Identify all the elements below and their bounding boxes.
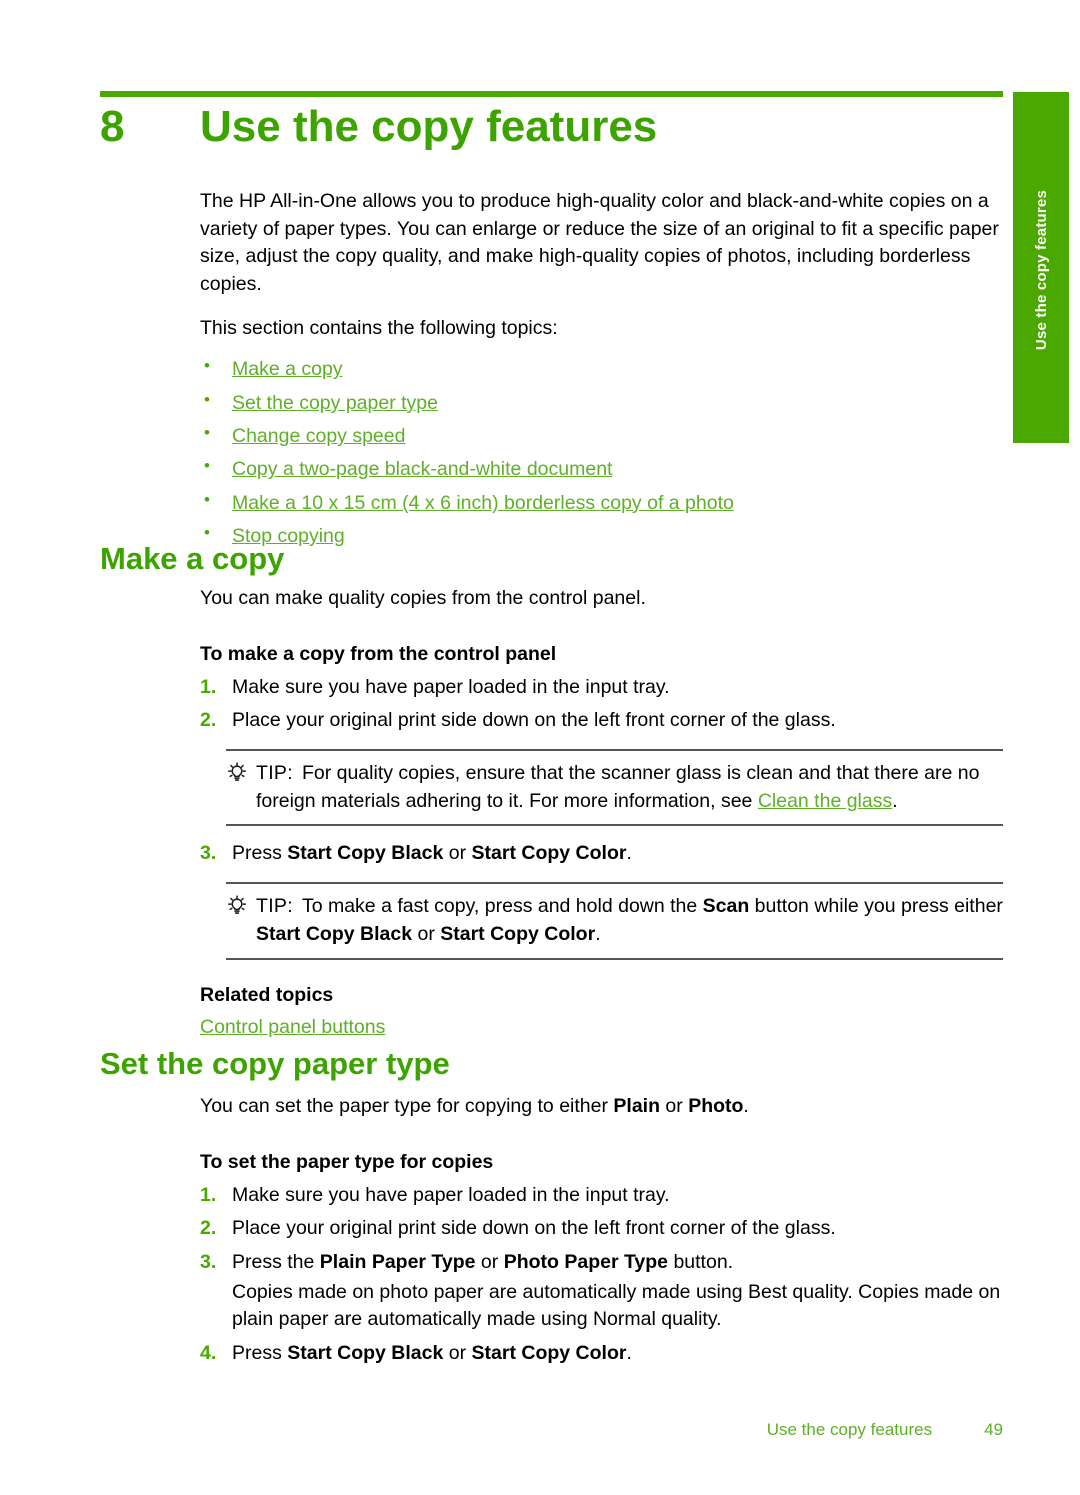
make-a-copy-body: You can make quality copies from the con… bbox=[200, 585, 1003, 1041]
ui-label-photo-paper-type: Photo Paper Type bbox=[503, 1251, 669, 1274]
list-item: Make a copy bbox=[200, 355, 1003, 382]
step-text-suffix: . bbox=[626, 842, 632, 865]
ui-label-start-copy-black: Start Copy Black bbox=[256, 922, 413, 945]
topic-link-borderless-copy-photo[interactable]: Make a 10 x 15 cm (4 x 6 inch) borderles… bbox=[232, 492, 734, 514]
step-1: Make sure you have paper loaded in the i… bbox=[200, 1182, 1003, 1210]
step-3: Press Start Copy Black or Start Copy Col… bbox=[200, 840, 1003, 868]
lightbulb-icon bbox=[226, 893, 256, 922]
tip-callout-fast-copy: TIP: To make a fast copy, press and hold … bbox=[226, 882, 1003, 960]
tip-callout-quality-copies: TIP: For quality copies, ensure that the … bbox=[226, 749, 1003, 827]
ui-label-start-copy-color: Start Copy Color bbox=[471, 1342, 627, 1365]
ui-label-plain-paper-type: Plain Paper Type bbox=[319, 1251, 476, 1274]
tip-text: TIP: For quality copies, ensure that the … bbox=[256, 760, 1003, 815]
lightbulb-icon bbox=[226, 760, 256, 789]
ui-label-plain: Plain bbox=[613, 1095, 660, 1117]
list-item: Make a 10 x 15 cm (4 x 6 inch) borderles… bbox=[200, 489, 1003, 516]
set-paper-type-body: You can set the paper type for copying t… bbox=[200, 1093, 1003, 1374]
step-text-prefix: Press bbox=[232, 1342, 288, 1365]
document-page: Use the copy features 8 Use the copy fea… bbox=[0, 0, 1080, 1495]
ui-label-photo: Photo bbox=[688, 1095, 744, 1117]
section-heading-set-the-copy-paper-type: Set the copy paper type bbox=[100, 1046, 450, 1081]
section-heading-make-a-copy: Make a copy bbox=[100, 541, 285, 576]
ui-label-start-copy-color: Start Copy Color bbox=[471, 842, 627, 865]
step-text: Make sure you have paper loaded in the i… bbox=[232, 675, 670, 698]
step-1: Make sure you have paper loaded in the i… bbox=[200, 674, 1003, 702]
tip-text-part3: or bbox=[412, 922, 441, 945]
page-footer: Use the copy features 49 bbox=[0, 1420, 1003, 1440]
step-text: Make sure you have paper loaded in the i… bbox=[232, 1183, 670, 1206]
tip-text-after-link: . bbox=[892, 789, 898, 812]
tip-label: TIP: bbox=[256, 895, 293, 918]
chapter-rule bbox=[100, 91, 1003, 97]
intro-paragraph: The HP All-in-One allows you to produce … bbox=[200, 190, 999, 296]
procedure-heading-make-a-copy: To make a copy from the control panel bbox=[200, 642, 557, 665]
set-paper-type-steps: Make sure you have paper loaded in the i… bbox=[200, 1182, 1003, 1368]
step-text: Place your original print side down on t… bbox=[232, 709, 836, 732]
intro-suffix: . bbox=[743, 1095, 749, 1117]
intro-prefix: You can set the paper type for copying t… bbox=[200, 1095, 614, 1117]
procedure-heading-set-paper-type: To set the paper type for copies bbox=[200, 1150, 494, 1173]
section-make-a-copy: Make a copy bbox=[100, 541, 1003, 576]
topic-link-change-copy-speed[interactable]: Change copy speed bbox=[232, 425, 405, 447]
footer-chapter-title: Use the copy features bbox=[766, 1420, 933, 1439]
ui-label-scan: Scan bbox=[702, 895, 750, 918]
step-2: Place your original print side down on t… bbox=[200, 1215, 1003, 1243]
make-a-copy-steps-continued: Press Start Copy Black or Start Copy Col… bbox=[200, 840, 1003, 868]
list-item: Copy a two-page black-and-white document bbox=[200, 455, 1003, 482]
step-text: Place your original print side down on t… bbox=[232, 1217, 836, 1240]
related-topics-list: Control panel buttons bbox=[200, 1014, 1003, 1041]
topic-link-set-the-copy-paper-type[interactable]: Set the copy paper type bbox=[232, 392, 438, 414]
link-control-panel-buttons[interactable]: Control panel buttons bbox=[200, 1016, 385, 1038]
list-item: Set the copy paper type bbox=[200, 389, 1003, 416]
topics-lead: This section contains the following topi… bbox=[200, 316, 558, 339]
step-text-middle: or bbox=[443, 842, 472, 865]
step-3-note: Copies made on photo paper are automatic… bbox=[232, 1280, 1001, 1331]
make-a-copy-steps: Make sure you have paper loaded in the i… bbox=[200, 674, 1003, 735]
ui-label-start-copy-color: Start Copy Color bbox=[440, 922, 596, 945]
tip-text-part2: button while you press either bbox=[749, 895, 1003, 918]
page-content: The HP All-in-One allows you to produce … bbox=[200, 188, 1003, 556]
intro-middle: or bbox=[660, 1095, 689, 1117]
chapter-thumb-tab-label: Use the copy features bbox=[1032, 190, 1050, 351]
tip-label: TIP: bbox=[256, 762, 293, 785]
tip-text-part4: . bbox=[595, 922, 601, 945]
step-text-prefix: Press bbox=[232, 842, 288, 865]
step-text-prefix: Press the bbox=[232, 1251, 320, 1274]
topic-link-copy-two-page-document[interactable]: Copy a two-page black-and-white document bbox=[232, 458, 612, 480]
step-2: Place your original print side down on t… bbox=[200, 707, 1003, 735]
set-paper-type-intro: You can set the paper type for copying t… bbox=[200, 1093, 1003, 1121]
chapter-thumb-tab: Use the copy features bbox=[1013, 92, 1069, 443]
related-topics-heading: Related topics bbox=[200, 983, 334, 1006]
make-a-copy-intro: You can make quality copies from the con… bbox=[200, 587, 646, 609]
step-text-middle: or bbox=[475, 1251, 504, 1274]
ui-label-start-copy-black: Start Copy Black bbox=[287, 842, 444, 865]
step-text-suffix: . bbox=[626, 1342, 632, 1365]
ui-label-start-copy-black: Start Copy Black bbox=[287, 1342, 444, 1365]
page-title: Use the copy features bbox=[200, 102, 658, 151]
tip-text-part1: To make a fast copy, press and hold down… bbox=[301, 895, 703, 918]
step-text-suffix: button. bbox=[668, 1251, 734, 1274]
step-4: Press Start Copy Black or Start Copy Col… bbox=[200, 1340, 1003, 1368]
step-3: Press the Plain Paper Type or Photo Pape… bbox=[200, 1249, 1003, 1334]
step-text-middle: or bbox=[443, 1342, 472, 1365]
chapter-heading: 8 Use the copy features bbox=[100, 102, 1003, 151]
list-item: Change copy speed bbox=[200, 422, 1003, 449]
chapter-number: 8 bbox=[100, 102, 125, 151]
topic-link-list: Make a copy Set the copy paper type Chan… bbox=[200, 355, 1003, 549]
topic-link-make-a-copy[interactable]: Make a copy bbox=[232, 358, 343, 380]
section-set-the-copy-paper-type: Set the copy paper type bbox=[100, 1046, 1003, 1081]
link-clean-the-glass[interactable]: Clean the glass bbox=[758, 790, 892, 812]
footer-page-number: 49 bbox=[984, 1420, 1003, 1439]
tip-text: TIP: To make a fast copy, press and hold … bbox=[256, 893, 1003, 948]
